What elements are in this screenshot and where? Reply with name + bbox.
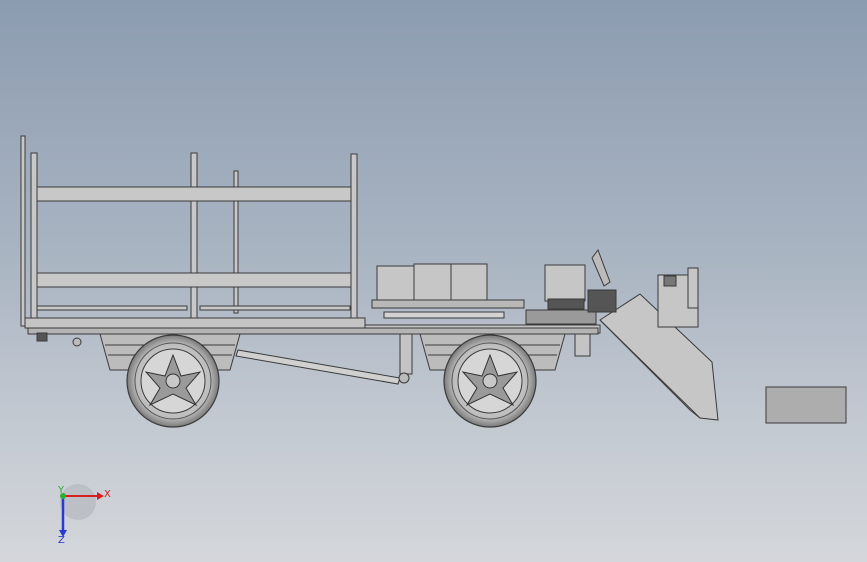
rear-wheel[interactable] <box>126 334 220 428</box>
cad-viewport[interactable]: X Y Z <box>0 0 867 562</box>
z-axis-label: Z <box>58 535 65 546</box>
front-hopper[interactable] <box>587 248 719 421</box>
model-canvas[interactable]: X Y Z <box>0 0 867 562</box>
x-axis-label: X <box>104 489 111 500</box>
x-axis-arrow <box>97 492 104 500</box>
rack-frame[interactable] <box>20 135 358 327</box>
hydraulic-strut[interactable] <box>235 349 410 385</box>
equipment-boxes[interactable] <box>371 263 597 325</box>
orientation-triad: X Y Z <box>57 484 111 546</box>
separate-block[interactable] <box>765 386 847 424</box>
front-wheel[interactable] <box>443 334 537 428</box>
y-axis-label: Y <box>57 485 65 496</box>
